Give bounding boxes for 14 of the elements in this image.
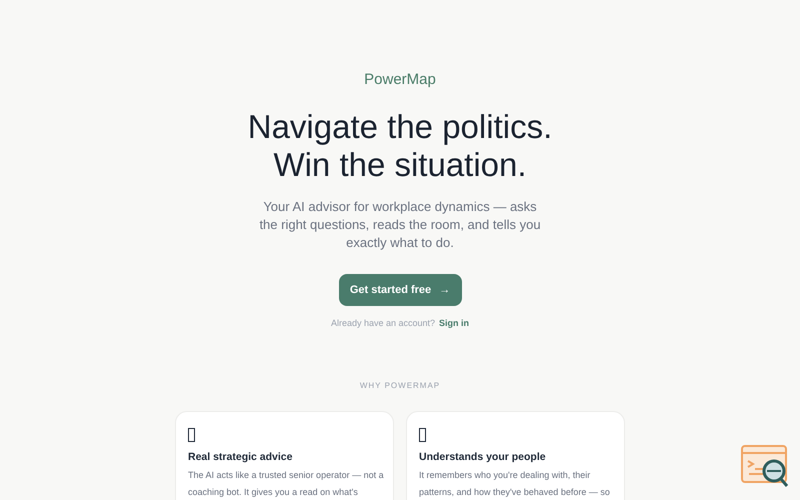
get-started-button[interactable]: Get started free → [338, 274, 462, 306]
box-icon [419, 428, 426, 442]
search-window-icon[interactable] [741, 445, 791, 489]
feature-description: It remembers who you're dealing with, their patterns, and how they've behaved before — so [419, 469, 611, 499]
headline: Navigate the politics. Win the situation. [248, 108, 552, 184]
feature-description: The AI acts like a trusted senior operator — not a coaching bot. It gives you a read on what's [188, 469, 385, 499]
box-icon [188, 428, 195, 442]
section-label: WHY POWERMAP [360, 380, 440, 392]
sign-in-link[interactable]: Sign in [439, 316, 470, 330]
brand-name: PowerMap [364, 70, 436, 90]
feature-title: Real strategic advice [188, 450, 292, 464]
account-prompt: Already have an account? [330, 317, 436, 330]
feature-title: Understands your people [419, 450, 546, 464]
subtitle: Your AI advisor for workplace dynamics — asks the right questions, reads the room, and tells you exactly what to do. [258, 198, 542, 252]
